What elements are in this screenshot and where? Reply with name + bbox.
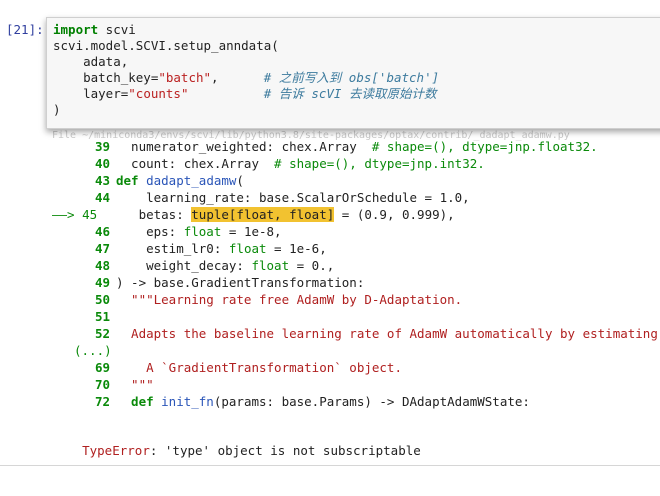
line-number: 46 [94,224,110,239]
code-line: layer="counts" # 告诉 scVI 去读取原始计数 [53,86,436,102]
traceback-output: File ~/miniconda3/envs/scvi/lib/python3.… [0,130,660,458]
line-number: 50 [94,292,110,307]
line-number: 44 [94,190,110,205]
code-token: (params: base.Params) -> DAdaptAdamWStat… [213,394,530,409]
highlighted-expression: tuple[float, float] [191,207,335,222]
code-token: Adapts the baseline learning rate of Ada… [116,326,660,341]
error-text: : 'type' object is not subscriptable [149,443,421,458]
code-line: scvi.model.SCVI.setup_anndata( [53,38,279,54]
line-number: 39 [94,139,110,154]
code-cell-prompt: [21]: [6,22,44,37]
traceback-code: ) -> base.GradientTransformation: [116,274,364,291]
code-token: # shape=(), dtype=jnp.float32. [371,139,598,154]
code-token: adata, [53,54,129,69]
traceback-code: def dadapt_adamw( [116,172,244,189]
code-token: , [211,70,264,85]
code-token: = 1e-8, [221,224,282,239]
error-type: TypeError [82,443,150,458]
traceback-code: estim_lr0: float = 1e-6, [116,240,327,257]
code-line: ) [53,102,61,118]
code-token: """ [116,377,154,392]
code-token: # shape=(), dtype=jnp.int32. [274,156,485,171]
code-token: "batch" [158,70,212,85]
traceback-code: learning_rate: base.ScalarOrSchedule = 1… [116,189,470,206]
code-token: batch_key= [53,70,159,85]
line-number: 72 [94,394,110,409]
code-token: estim_lr0: [116,241,229,256]
line-number: 51 [94,309,110,324]
code-token: weight_decay: [116,258,252,273]
code-token: import [53,22,99,37]
code-token: scvi.model.SCVI.setup_anndata( [53,38,279,53]
line-number: 43 [94,173,110,188]
code-token: numerator_weighted: chex.Array [116,139,372,154]
code-token: """Learning rate free AdamW by D-Adaptat… [116,292,463,307]
code-token: scvi [98,22,136,37]
traceback-code: count: chex.Array # shape=(), dtype=jnp.… [116,155,485,172]
traceback-code: """ [116,376,154,393]
line-number: (...) [74,343,112,358]
line-number: 52 [94,326,110,341]
traceback-code: betas: tuple[float, float] = (0.9, 0.999… [116,206,455,223]
code-token: count: chex.Array [116,156,275,171]
traceback-code: A `GradientTransformation` object. [116,359,402,376]
next-cell[interactable] [0,465,660,496]
code-line: batch_key="batch", # 之前写入到 obs['batch'] [53,70,439,86]
code-token: betas: [116,207,192,222]
code-token: dadapt_adamw [146,173,237,188]
code-token: ( [236,173,244,188]
traceback-code: weight_decay: float = 0., [116,257,334,274]
code-token: ) [53,102,61,117]
line-number: 48 [94,258,110,273]
code-token: learning_rate: base.ScalarOrSchedule = 1… [116,190,470,205]
line-number: 70 [94,377,110,392]
code-token: # 告诉 scVI 去读取原始计数 [263,86,437,101]
code-token: "counts" [128,86,189,101]
code-token: ) -> base.GradientTransformation: [116,275,365,290]
code-cell-input[interactable]: import scvi scvi.model.SCVI.setup_anndata… [46,17,660,129]
traceback-code: numerator_weighted: chex.Array # shape=(… [116,138,598,155]
traceback-code: """Learning rate free AdamW by D-Adaptat… [116,291,462,308]
line-number: 69 [94,360,110,375]
code-line: import scvi [53,22,136,38]
code-token: layer= [53,86,129,101]
code-token: def [116,173,147,188]
line-number: 47 [94,241,110,256]
code-token: = 0., [289,258,335,273]
code-line: adata, [53,54,128,70]
code-token: eps: [116,224,184,239]
code-token: # 之前写入到 obs['batch'] [263,70,440,85]
code-token: def [116,394,162,409]
traceback-code: eps: float = 1e-8, [116,223,282,240]
code-token: A `GradientTransformation` object. [116,360,402,375]
code-token: float [183,224,222,239]
code-token: float [251,258,290,273]
code-token: init_fn [161,394,214,409]
line-number: ——> 45 [52,207,98,222]
code-token: float [228,241,267,256]
traceback-code: def init_fn(params: base.Params) -> DAda… [116,393,530,410]
line-number: 40 [94,156,110,171]
code-token: = 1e-6, [266,241,327,256]
code-token: = (0.9, 0.999), [334,207,455,222]
traceback-code: Adapts the baseline learning rate of Ada… [116,325,660,342]
line-number: 49 [94,275,110,290]
